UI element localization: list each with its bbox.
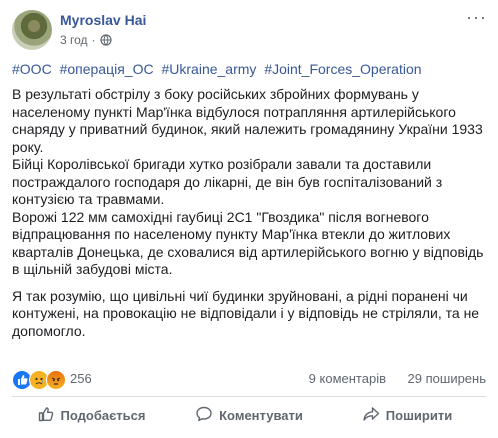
reactions-bar: 256 9 коментарів 29 поширень [12,368,486,390]
post-body: В результаті обстрілу з боку російських … [12,86,486,340]
hashtags: #ООС #операція_ОС #Ukraine_army #Joint_F… [12,60,486,78]
post-paragraph: В результаті обстрілу з боку російських … [12,86,483,155]
post-time[interactable]: 3 год [60,33,88,47]
like-button[interactable]: Подобається [12,400,170,430]
post-header: Myroslav Hai 3 год · ··· [12,8,486,54]
like-label: Подобається [60,407,146,423]
share-icon [362,405,380,426]
shares-count[interactable]: 29 поширень [408,371,486,386]
time-separator: · [91,33,96,47]
divider [12,396,486,397]
action-bar: Подобається Коментувати Поширити [12,400,486,430]
reaction-icons[interactable] [12,370,66,390]
more-icon[interactable]: ··· [466,8,486,26]
globe-icon [99,34,112,46]
comment-button[interactable]: Коментувати [170,400,328,430]
comments-count[interactable]: 9 коментарів [309,371,386,386]
post-paragraph: Ворожі 122 мм самохідні гаубиці 2С1 "Гво… [12,208,484,278]
share-button[interactable]: Поширити [328,400,486,430]
thumbs-up-icon [37,405,55,426]
hashtag-link[interactable]: #операція_ОС [60,61,154,77]
reactions-count[interactable]: 256 [70,371,92,386]
hashtag-link[interactable]: #ООС [12,61,52,77]
post-paragraph: Я так розумію, що цивільні чиї будинки з… [12,287,480,339]
post-paragraph: Бійці Королівської бригади хутко розібра… [12,156,443,207]
hashtag-link[interactable]: #Ukraine_army [161,61,256,77]
post-meta: 3 год · [60,33,112,47]
comment-icon [195,405,213,426]
comment-label: Коментувати [219,407,303,423]
author-avatar[interactable] [12,10,52,50]
share-label: Поширити [385,407,453,423]
author-name[interactable]: Myroslav Hai [60,12,146,28]
hashtag-link[interactable]: #Joint_Forces_Operation [264,61,421,77]
angry-reaction-icon [46,370,66,390]
